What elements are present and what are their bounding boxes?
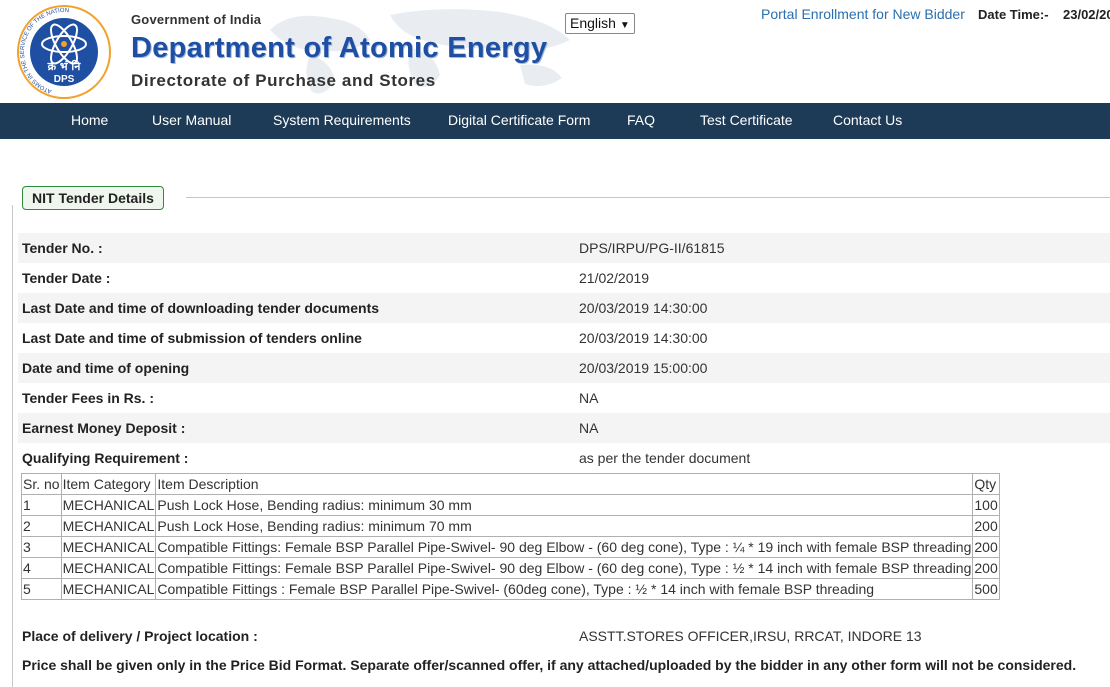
cell-category: MECHANICAL [60,494,157,516]
detail-label: Date and time of opening [22,360,190,376]
emblem-hindi-text: क्र भं नि [47,59,82,73]
detail-value: NA [579,390,599,406]
table-row: 4 MECHANICAL Compatible Fittings: Female… [21,557,1000,579]
cell-sr-no: 1 [21,494,62,516]
detail-row-download-deadline: Last Date and time of downloading tender… [18,293,1110,323]
cell-sr-no: 2 [21,515,62,537]
nav-user-manual[interactable]: User Manual [152,103,231,138]
detail-row-emd: Earnest Money Deposit : NA [18,413,1110,443]
detail-label: Tender Fees in Rs. : [22,390,154,406]
cell-category: MECHANICAL [60,536,157,558]
detail-row-tender-date: Tender Date : 21/02/2019 [18,263,1110,293]
column-header: Item Description [155,473,974,495]
detail-value: 20/03/2019 15:00:00 [579,360,708,376]
cell-sr-no: 4 [21,557,62,579]
main-nav: Home User Manual System Requirements Dig… [0,103,1110,139]
cell-qty: 200 [972,536,1000,558]
cell-description: Compatible Fittings: Female BSP Parallel… [155,557,974,579]
column-header: Sr. no [21,473,62,495]
nav-digital-certificate-form[interactable]: Digital Certificate Form [448,103,590,138]
nav-system-requirements[interactable]: System Requirements [273,103,411,138]
site-header: क्र भं नि DPS ATOMS IN THE SERVICE OF TH… [0,0,1110,103]
detail-label: Tender Date : [22,270,111,286]
column-header: Qty [972,473,1000,495]
detail-label: Last Date and time of submission of tend… [22,330,362,346]
section-divider [186,197,1110,198]
items-table: Sr. no Item Category Item Description Qt… [21,473,1000,600]
cell-category: MECHANICAL [60,578,157,600]
detail-row-opening: Date and time of opening 20/03/2019 15:0… [18,353,1110,383]
nav-faq[interactable]: FAQ [627,103,655,138]
cell-qty: 500 [972,578,1000,600]
section-title: NIT Tender Details [22,186,164,210]
dps-logo: क्र भं नि DPS ATOMS IN THE SERVICE OF TH… [17,5,111,99]
cell-sr-no: 5 [21,578,62,600]
cell-qty: 200 [972,515,1000,537]
department-title: Department of Atomic Energy [131,32,548,64]
detail-value: ASSTT.STORES OFFICER,IRSU, RRCAT, INDORE… [579,628,922,644]
detail-value: DPS/IRPU/PG-II/61815 [579,240,725,256]
cell-qty: 100 [972,494,1000,516]
language-value: English [570,15,616,31]
detail-value: 20/03/2019 14:30:00 [579,330,708,346]
detail-value: as per the tender document [579,450,751,466]
datetime-value: 23/02/20 [1063,7,1110,22]
directorate-title: Directorate of Purchase and Stores [131,71,436,90]
cell-description: Push Lock Hose, Bending radius: minimum … [155,515,974,537]
cell-qty: 200 [972,557,1000,579]
cell-sr-no: 3 [21,536,62,558]
detail-value: 21/02/2019 [579,270,650,286]
section-border [12,205,13,687]
cell-description: Compatible Fittings: Female BSP Parallel… [155,536,974,558]
enrollment-link[interactable]: Portal Enrollment for New Bidder [761,6,965,22]
emblem-abbr: DPS [54,74,75,85]
detail-row-tender-no: Tender No. : DPS/IRPU/PG-II/61815 [18,233,1110,263]
detail-row-tender-fees: Tender Fees in Rs. : NA [18,383,1110,413]
detail-label: Earnest Money Deposit : [22,420,186,436]
detail-value: 20/03/2019 14:30:00 [579,300,708,316]
table-header-row: Sr. no Item Category Item Description Qt… [21,473,1000,495]
detail-label: Place of delivery / Project location : [22,628,258,644]
language-select[interactable]: English ▼ [565,13,635,34]
table-row: 5 MECHANICAL Compatible Fittings : Femal… [21,578,1000,600]
detail-row-submission-deadline: Last Date and time of submission of tend… [18,323,1110,353]
cell-description: Compatible Fittings : Female BSP Paralle… [155,578,974,600]
cell-category: MECHANICAL [60,557,157,579]
nav-home[interactable]: Home [71,103,108,138]
nav-contact-us[interactable]: Contact Us [833,103,902,138]
detail-row-delivery: Place of delivery / Project location : A… [18,621,1110,651]
detail-label: Last Date and time of downloading tender… [22,300,380,316]
table-row: 3 MECHANICAL Compatible Fittings: Female… [21,536,1000,558]
government-label: Government of India [131,12,262,27]
dropdown-caret-icon: ▼ [619,20,630,31]
detail-label: Qualifying Requirement : [22,450,189,466]
cell-category: MECHANICAL [60,515,157,537]
table-row: 1 MECHANICAL Push Lock Hose, Bending rad… [21,494,1000,516]
price-bid-note: Price shall be given only in the Price B… [22,657,1077,673]
detail-label: Tender No. : [22,240,103,256]
table-row: 2 MECHANICAL Push Lock Hose, Bending rad… [21,515,1000,537]
nav-test-certificate[interactable]: Test Certificate [700,103,793,138]
datetime-label: Date Time:- [978,7,1049,22]
detail-value: NA [579,420,599,436]
detail-row-qualifying: Qualifying Requirement : as per the tend… [18,443,1110,473]
cell-description: Push Lock Hose, Bending radius: minimum … [155,494,974,516]
column-header: Item Category [60,473,157,495]
